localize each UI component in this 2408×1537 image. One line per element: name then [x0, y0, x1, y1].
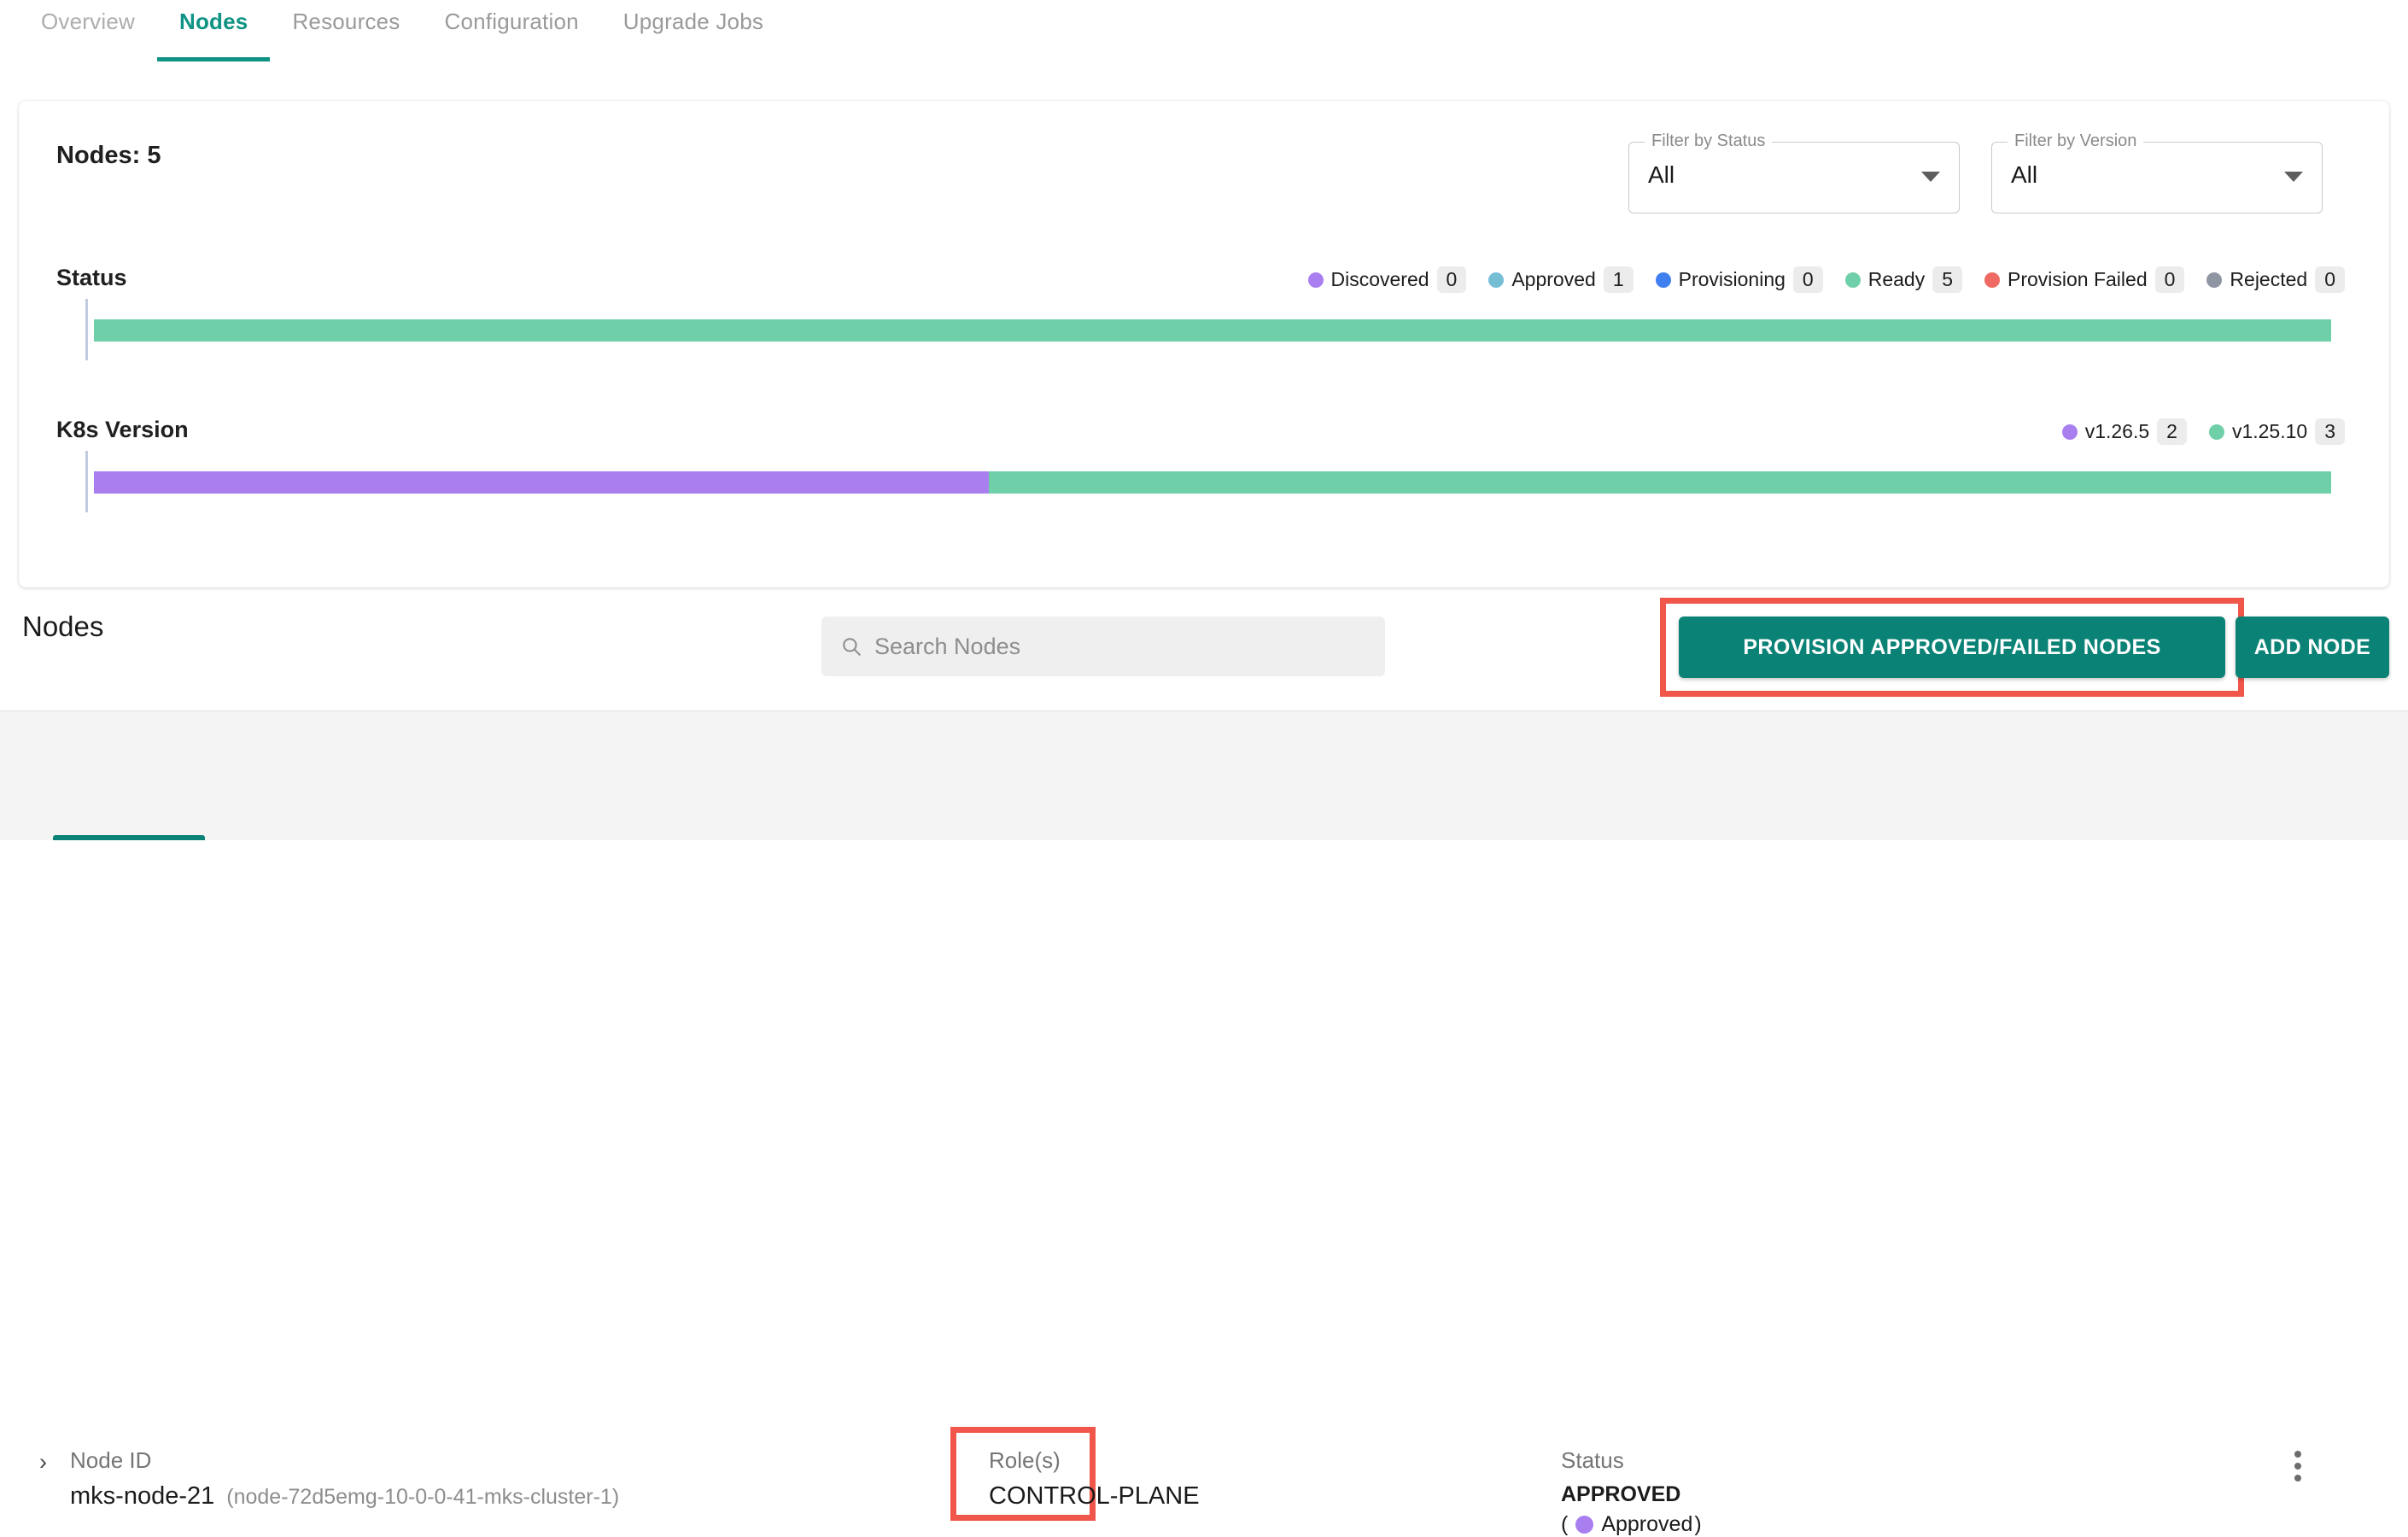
legend-item-provision-failed[interactable]: Provision Failed 0 — [1984, 266, 2185, 293]
status-value: APPROVED — [1561, 1482, 1681, 1506]
legend-label: Rejected — [2230, 268, 2308, 290]
filter-by-status-label: Filter by Status — [1645, 131, 1773, 151]
main-tab-bar: Overview Nodes Resources Configuration U… — [0, 0, 2408, 61]
legend-label: Provision Failed — [2007, 268, 2148, 290]
legend-item-provisioning[interactable]: Provisioning 0 — [1655, 266, 1823, 293]
nodes-count-label: Nodes: 5 — [56, 142, 161, 169]
legend-label: Discovered — [1330, 268, 1429, 290]
nodes-section-title: Nodes — [22, 611, 104, 642]
status-chart-bar — [94, 319, 2331, 342]
bar-segment-v1-25-10 — [989, 471, 2331, 494]
legend-count: 3 — [2315, 418, 2345, 445]
legend-label: Provisioning — [1678, 268, 1786, 290]
status-header: Status — [1561, 1447, 1624, 1473]
legend-dot-icon — [1488, 272, 1505, 288]
tab-overview[interactable]: Overview — [19, 0, 157, 61]
status-chart-axis — [85, 299, 88, 360]
legend-dot-icon — [2206, 272, 2223, 288]
status-sub-label: Approved — [1601, 1512, 1693, 1536]
filter-by-status-select[interactable]: Filter by Status All — [1628, 131, 1960, 213]
k8s-version-chart-legend: v1.26.5 2 v1.25.10 3 — [2061, 418, 2345, 445]
chevron-down-icon — [1921, 172, 1940, 182]
tab-resources[interactable]: Resources — [270, 0, 422, 61]
legend-item-v1-25-10[interactable]: v1.25.10 3 — [2208, 418, 2345, 445]
legend-dot-icon — [1307, 272, 1324, 288]
legend-count: 5 — [1932, 266, 1962, 293]
status-cell: Status APPROVED ( Approved ) — [1561, 1447, 1702, 1537]
legend-label: Approved — [1511, 268, 1596, 290]
partial-bottom-button[interactable] — [53, 835, 205, 840]
kebab-menu-icon[interactable] — [2294, 1451, 2301, 1481]
legend-count: 1 — [1603, 266, 1634, 293]
legend-count: 0 — [2315, 266, 2345, 293]
k8s-version-chart-axis — [85, 451, 88, 512]
tab-upgrade-jobs[interactable]: Upgrade Jobs — [601, 0, 786, 61]
add-node-button[interactable]: ADD NODE — [2236, 617, 2389, 678]
node-id-cell: Node ID mks-node-21 (node-72d5emg-10-0-0-… — [70, 1447, 619, 1511]
status-open-paren: ( — [1561, 1512, 1569, 1536]
tab-configuration[interactable]: Configuration — [423, 0, 601, 61]
node-id-header: Node ID — [70, 1447, 152, 1473]
node-id-value-wrap: mks-node-21 (node-72d5emg-10-0-0-41-mks-c… — [70, 1482, 619, 1511]
roles-value: CONTROL-PLANE — [989, 1482, 1200, 1510]
legend-dot-icon — [1844, 272, 1861, 288]
filter-by-version-select[interactable]: Filter by Version All — [1991, 131, 2323, 213]
legend-item-discovered[interactable]: Discovered 0 — [1307, 266, 1467, 293]
status-chart-title: Status — [56, 265, 127, 290]
kebab-dot — [2294, 1463, 2301, 1470]
status-dot-icon — [1575, 1516, 1594, 1534]
status-chart-legend: Discovered 0 Approved 1 Provisioning 0 R… — [1307, 266, 2345, 293]
legend-count: 0 — [1436, 266, 1467, 293]
search-nodes-placeholder: Search Nodes — [874, 633, 1021, 659]
provision-approved-failed-nodes-button[interactable]: PROVISION APPROVED/FAILED NODES — [1679, 617, 2225, 678]
tab-nodes[interactable]: Nodes — [156, 0, 271, 61]
legend-dot-icon — [2061, 424, 2078, 440]
kebab-dot — [2294, 1451, 2301, 1458]
nodes-summary-card: Nodes: 5 Filter by Status All Filter by … — [19, 101, 2389, 587]
legend-dot-icon — [2208, 424, 2224, 440]
legend-item-v1-26-5[interactable]: v1.26.5 2 — [2061, 418, 2187, 445]
legend-dot-icon — [1984, 272, 2000, 288]
node-id-value: mks-node-21 — [70, 1482, 215, 1510]
search-nodes-input[interactable]: Search Nodes — [821, 617, 1385, 676]
filter-by-version-label: Filter by Version — [2008, 131, 2144, 151]
status-close-paren: ) — [1694, 1512, 1702, 1536]
legend-dot-icon — [1655, 272, 1671, 288]
filter-by-status-value: All — [1648, 161, 1675, 188]
legend-count: 2 — [2157, 418, 2187, 445]
legend-item-rejected[interactable]: Rejected 0 — [2206, 266, 2345, 293]
node-id-detail: (node-72d5emg-10-0-0-41-mks-cluster-1) — [226, 1485, 620, 1509]
expand-row-chevron-right-icon[interactable]: › — [39, 1451, 47, 1474]
legend-count: 0 — [1792, 266, 1823, 293]
legend-label: Ready — [1867, 268, 1926, 290]
filter-by-version-value: All — [2011, 161, 2038, 188]
k8s-version-chart-title: K8s Version — [56, 417, 189, 442]
legend-label: v1.26.5 — [2084, 420, 2150, 442]
k8s-version-chart-bar — [94, 471, 2331, 494]
status-sub-row: ( Approved ) — [1561, 1512, 1702, 1537]
legend-label: v1.25.10 — [2231, 420, 2308, 442]
node-list-row[interactable]: › Node ID mks-node-21 (node-72d5emg-10-0-… — [0, 710, 2408, 1536]
legend-item-approved[interactable]: Approved 1 — [1488, 266, 1634, 293]
roles-cell: Role(s) CONTROL-PLANE — [989, 1447, 1200, 1511]
bar-segment-v1-26-5 — [94, 471, 989, 494]
legend-count: 0 — [2154, 266, 2185, 293]
kebab-dot — [2294, 1475, 2301, 1481]
bar-segment-ready — [94, 319, 2331, 342]
roles-header: Role(s) — [989, 1447, 1061, 1473]
chevron-down-icon — [2284, 172, 2303, 182]
legend-item-ready[interactable]: Ready 5 — [1844, 266, 1962, 293]
search-icon — [843, 638, 861, 656]
